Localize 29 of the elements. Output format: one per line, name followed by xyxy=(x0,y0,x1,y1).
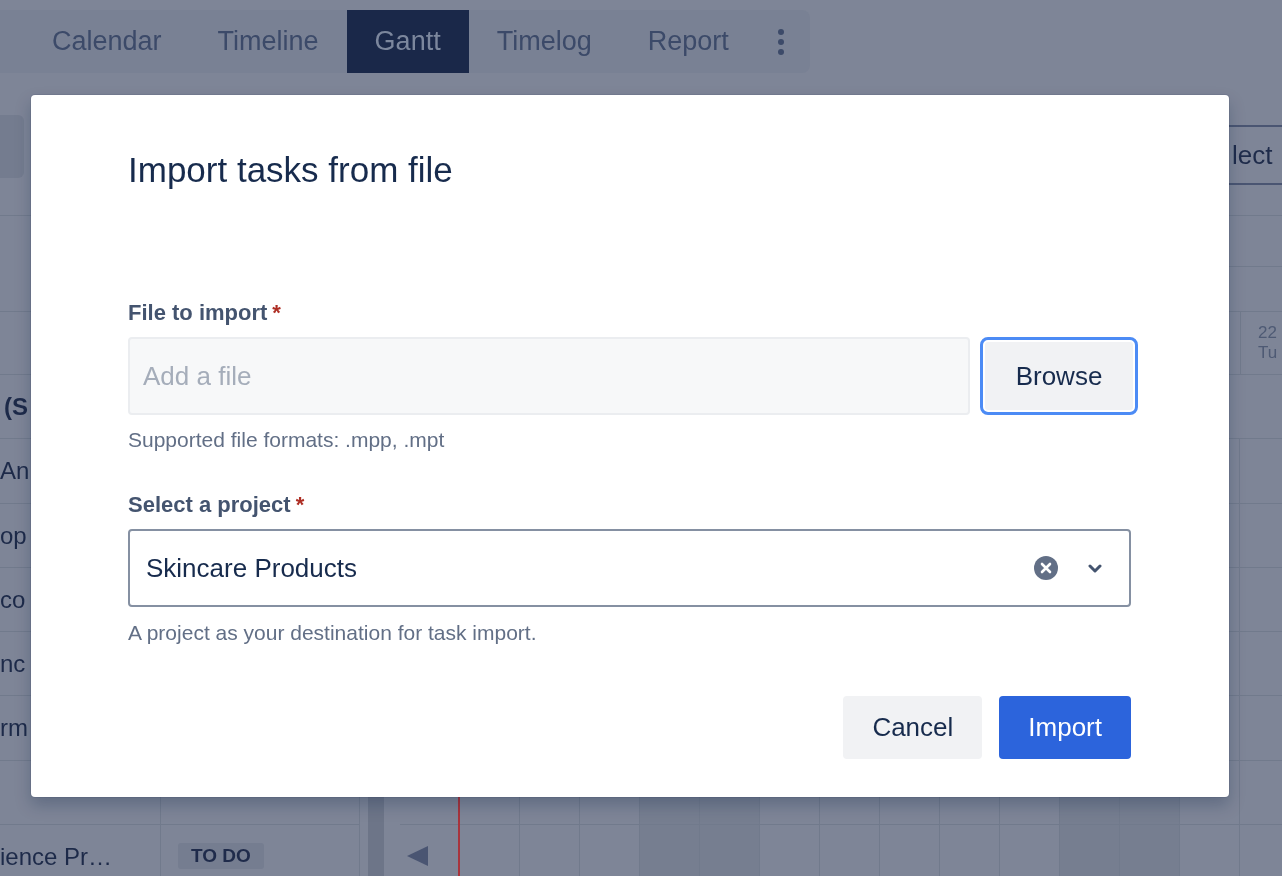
helper-text: Supported file formats: .mpp, .mpt xyxy=(128,428,445,452)
helper-text: A project as your destination for task import. xyxy=(128,621,537,645)
view-tab[interactable]: Timelog xyxy=(468,10,620,73)
task-name: An xyxy=(0,458,30,485)
more-icon[interactable] xyxy=(777,28,784,55)
group-name: (S xyxy=(4,394,28,420)
task-name: op xyxy=(0,522,27,549)
view-tab[interactable]: Timeline xyxy=(189,10,347,73)
clear-icon[interactable] xyxy=(1034,556,1058,580)
view-tab[interactable]: Gantt xyxy=(346,10,469,73)
field-label: Select a project xyxy=(128,493,291,517)
required-mark: * xyxy=(295,493,305,517)
triangle-left-icon[interactable] xyxy=(407,846,428,867)
chevron-down-icon[interactable] xyxy=(1088,563,1102,573)
field-label: File to import xyxy=(128,301,268,325)
task-name: ience Pr… xyxy=(0,844,113,871)
dialog-title: Import tasks from file xyxy=(128,150,453,190)
required-mark: * xyxy=(272,301,281,325)
file-input[interactable]: Add a file xyxy=(128,337,970,415)
import-button[interactable]: Import xyxy=(999,696,1131,759)
status-badge: TO DO xyxy=(178,843,264,870)
browse-button[interactable]: Browse xyxy=(980,337,1138,415)
project-select[interactable]: Skincare Products xyxy=(128,529,1131,607)
view-tab[interactable]: Calendar xyxy=(24,10,190,73)
view-tab[interactable]: Report xyxy=(619,10,757,73)
task-name: nc xyxy=(0,651,26,678)
task-name: co xyxy=(0,586,26,613)
cancel-button[interactable]: Cancel xyxy=(843,696,983,759)
task-name: rm xyxy=(0,715,28,742)
